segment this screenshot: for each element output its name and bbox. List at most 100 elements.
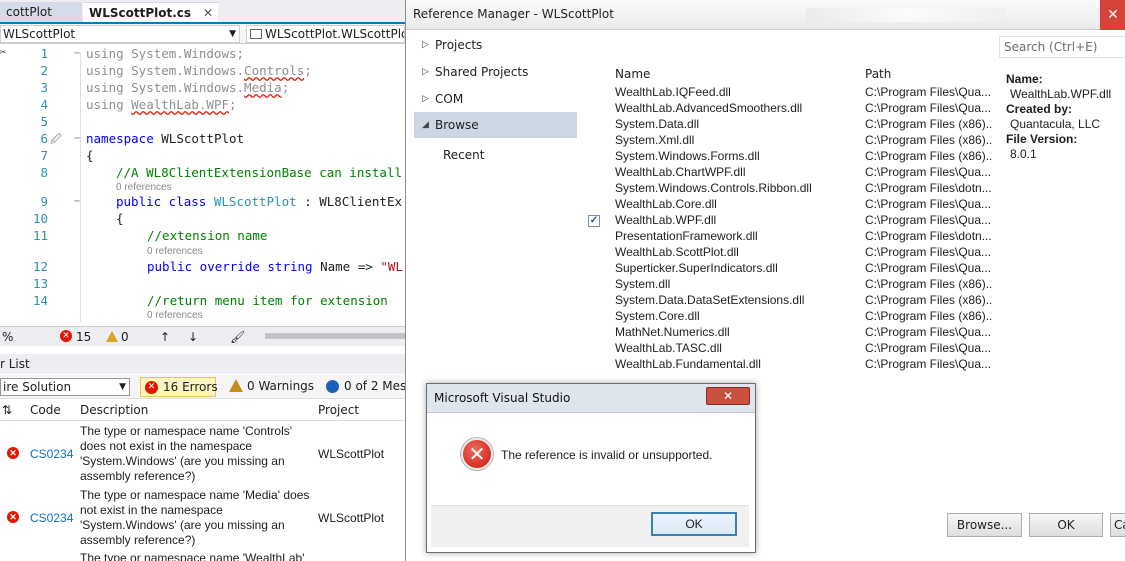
reference-name: WealthLab.Fundamental.dll	[615, 357, 761, 371]
editor-status-bar: % ✕ 15 0 ↑ ↓ 🖌	[0, 326, 405, 346]
error-code[interactable]: CS0234	[30, 511, 73, 525]
reference-row[interactable]: WealthLab.ScottPlot.dll C:\Program Files\…	[584, 245, 994, 261]
reference-name: WealthLab.TASC.dll	[615, 341, 722, 355]
brush-icon[interactable]: 🖌	[230, 330, 245, 344]
code-token: using System.Windows.Media;	[86, 80, 290, 95]
collapse-icon[interactable]: −	[74, 197, 83, 207]
nav-item-recent[interactable]: Recent	[414, 142, 577, 168]
search-input[interactable]: Search (Ctrl+E)	[999, 36, 1125, 58]
sort-icon[interactable]: ⇅	[2, 403, 12, 417]
errors-filter-button[interactable]: ✕ 16 Errors	[140, 377, 218, 397]
error-count[interactable]: 15	[76, 330, 91, 344]
reference-name: System.dll	[615, 277, 671, 291]
error-description: The type or namespace name 'Media' does …	[80, 488, 310, 547]
reference-row[interactable]: WealthLab.Core.dll C:\Program Files\Qua..…	[584, 197, 994, 213]
column-code[interactable]: Code	[30, 403, 61, 417]
tab-cottplot[interactable]: cottPlot	[0, 2, 82, 22]
reference-row[interactable]: WealthLab.TASC.dll C:\Program Files\Qua..…	[584, 341, 994, 357]
ok-button[interactable]: OK	[1029, 513, 1103, 537]
reference-row[interactable]: Superticker.SuperIndicators.dll C:\Progra…	[584, 261, 994, 277]
close-tab-icon[interactable]: ✕	[203, 3, 213, 23]
code-editor[interactable]: ✂ 🖉 1− using System.Windows; 2 using System…	[0, 44, 405, 326]
error-row[interactable]: ✕ CS0234 The type or namespace name 'Med…	[0, 487, 405, 549]
code-line: public override string Name => "WL	[147, 259, 403, 274]
codelens-references[interactable]: 0 references	[116, 182, 172, 193]
reference-row[interactable]: System.Data.DataSetExtensions.dll C:\Prog…	[584, 293, 994, 309]
close-button[interactable]: ✕	[706, 387, 750, 405]
reference-row[interactable]: WealthLab.IQFeed.dll C:\Program Files\Qua…	[584, 85, 994, 101]
error-icon: ✕	[461, 438, 493, 470]
error-code[interactable]: CS0234	[30, 447, 73, 461]
column-description[interactable]: Description	[80, 403, 148, 417]
line-number: 7	[40, 148, 48, 163]
line-number: 14	[32, 293, 48, 308]
reference-row[interactable]: PresentationFramework.dll C:\Program File…	[584, 229, 994, 245]
collapse-icon[interactable]: −	[74, 134, 83, 144]
code-token: using WealthLab.WPF;	[86, 97, 237, 112]
error-row[interactable]: ✕ CS0234 The type or namespace name 'Con…	[0, 423, 405, 485]
nav-item-label: Browse	[435, 118, 479, 132]
collapse-icon[interactable]: −	[74, 49, 83, 59]
tab-wlscottplot-cs[interactable]: WLScottPlot.cs ✕	[83, 2, 218, 22]
reference-row[interactable]: System.Windows.Forms.dll C:\Program Files…	[584, 149, 994, 165]
line-number: 1	[40, 46, 48, 61]
arrow-up-icon[interactable]: ↑	[160, 330, 170, 344]
dialog-footer: OK	[431, 505, 749, 547]
reference-row[interactable]: ✓ WealthLab.WPF.dll C:\Program Files\Qua..…	[584, 213, 994, 229]
scope-dropdown[interactable]: ire Solution ▼	[0, 378, 130, 396]
horizontal-scrollbar[interactable]	[265, 333, 405, 339]
codelens-references[interactable]: 0 references	[147, 310, 203, 321]
column-path[interactable]: Path	[865, 67, 891, 81]
reference-path: C:\Program Files\Qua...	[865, 213, 992, 227]
close-button[interactable]: ✕	[1100, 0, 1125, 30]
nav-item-shared-projects[interactable]: ▷ Shared Projects	[414, 59, 577, 85]
reference-row[interactable]: System.Xml.dll C:\Program Files (x86)...	[584, 133, 994, 149]
column-project[interactable]: Project	[318, 403, 359, 417]
outline-margin	[80, 52, 81, 322]
zoom-level[interactable]: %	[2, 330, 13, 344]
error-icon: ✕	[145, 381, 158, 394]
code-token: :	[296, 194, 320, 209]
reference-name: WealthLab.Core.dll	[615, 197, 717, 211]
browse-button[interactable]: Browse...	[947, 513, 1022, 537]
reference-path: C:\Program Files\dotn...	[865, 229, 992, 243]
warnings-filter-button[interactable]: 0 Warnings	[225, 377, 314, 397]
quick-actions-icon[interactable]: 🖉	[50, 131, 62, 150]
reference-row[interactable]: System.dll C:\Program Files (x86)...	[584, 277, 994, 293]
error-list-title: r List	[0, 354, 405, 374]
error-row[interactable]: The type or namespace name 'WealthLab'	[0, 551, 405, 561]
codelens-references[interactable]: 0 references	[147, 246, 203, 257]
reference-name: WealthLab.ScottPlot.dll	[615, 245, 739, 259]
messages-filter-label: 0 of 2 Mess	[344, 379, 412, 393]
reference-row[interactable]: System.Windows.Controls.Ribbon.dll C:\Pro…	[584, 181, 994, 197]
reference-row[interactable]: MathNet.Numerics.dll C:\Program Files\Qua…	[584, 325, 994, 341]
code-token: namespace	[86, 131, 162, 146]
detail-version-value: 8.0.1	[1010, 147, 1037, 161]
code-token: using System.Windows.Controls;	[86, 63, 312, 78]
reference-row[interactable]: WealthLab.Fundamental.dll C:\Program File…	[584, 357, 994, 373]
code-token: public class	[116, 194, 214, 209]
reference-checkbox[interactable]: ✓	[588, 215, 600, 227]
reference-row[interactable]: System.Data.dll C:\Program Files (x86)...	[584, 117, 994, 133]
error-description: The type or namespace name 'WealthLab'	[80, 551, 305, 561]
cancel-button[interactable]: Ca	[1110, 513, 1125, 537]
nav-item-projects[interactable]: ▷ Projects	[414, 32, 577, 58]
reference-row[interactable]: WealthLab.AdvancedSmoothers.dll C:\Progra…	[584, 101, 994, 117]
reference-path: C:\Program Files (x86)...	[865, 149, 993, 163]
nav-item-com[interactable]: ▷ COM	[414, 86, 577, 112]
nav-item-browse[interactable]: ◢ Browse	[414, 112, 577, 138]
reference-name: PresentationFramework.dll	[615, 229, 758, 243]
warning-count[interactable]: 0	[121, 330, 129, 344]
dialog-titlebar[interactable]: Microsoft Visual Studio ✕	[427, 384, 755, 413]
type-dropdown[interactable]: WLScottPlot.WLScottPlot	[246, 25, 405, 43]
reference-list-header: Name Path	[584, 65, 994, 83]
scope-dropdown-value: ire Solution	[3, 380, 72, 394]
dialog-titlebar[interactable]: Reference Manager - WLScottPlot ✕	[406, 0, 1125, 30]
column-name[interactable]: Name	[615, 67, 650, 81]
ok-button[interactable]: OK	[651, 512, 737, 536]
messages-filter-button[interactable]: 0 of 2 Mess	[322, 377, 412, 397]
reference-row[interactable]: System.Core.dll C:\Program Files (x86)...	[584, 309, 994, 325]
project-dropdown[interactable]: WLScottPlot ▼	[0, 25, 240, 43]
arrow-down-icon[interactable]: ↓	[188, 330, 198, 344]
reference-row[interactable]: WealthLab.ChartWPF.dll C:\Program Files\Q…	[584, 165, 994, 181]
